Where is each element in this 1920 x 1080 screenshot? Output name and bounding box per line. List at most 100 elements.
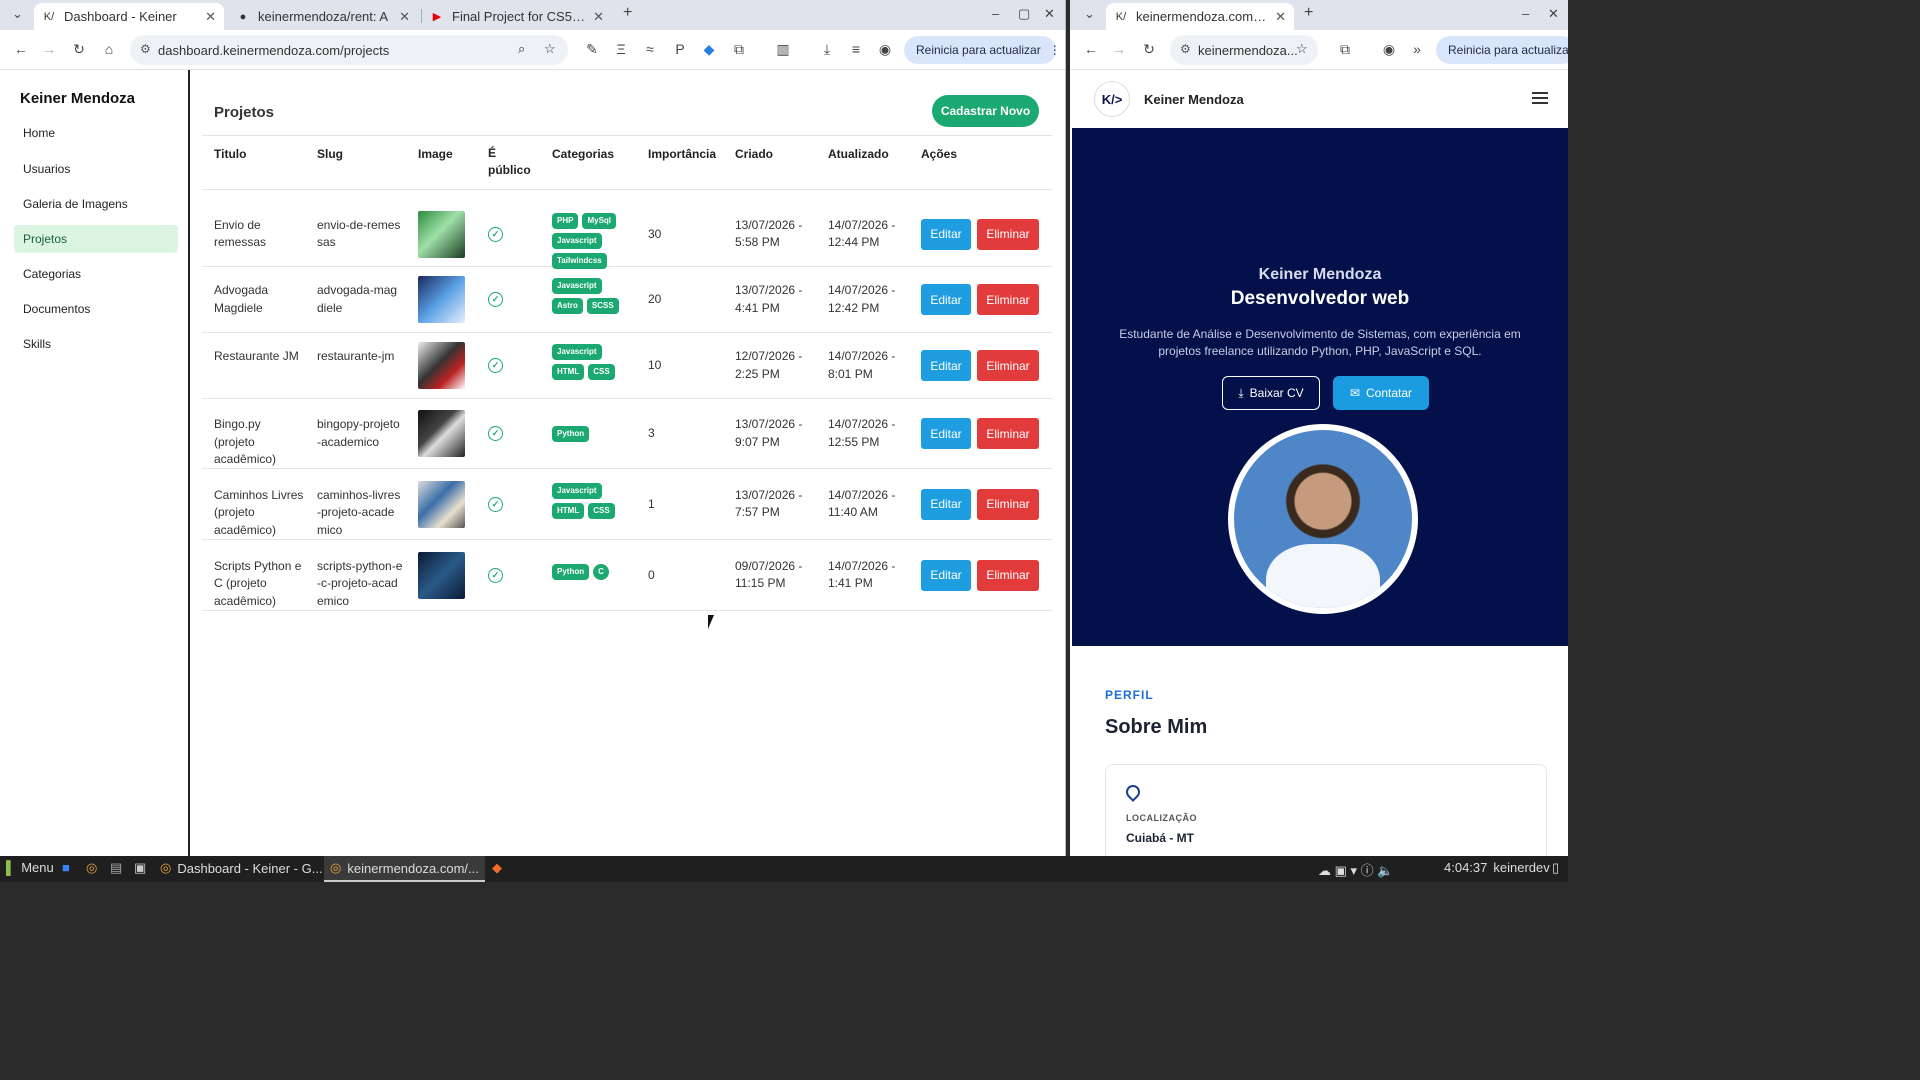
new-tab-icon[interactable]: + bbox=[1304, 4, 1313, 22]
minimize-icon[interactable]: – bbox=[992, 6, 999, 21]
media-controls-icon[interactable]: ≡ bbox=[847, 41, 865, 57]
relaunch-label: Reinicia para actualizar bbox=[1448, 43, 1568, 57]
chrome-icon: ◎ bbox=[330, 860, 342, 875]
tray-status-icons[interactable]: ☁ ▣ ▾ ⓘ 🔈 bbox=[1318, 860, 1393, 879]
nav-item-documentos[interactable]: Documentos bbox=[14, 295, 178, 323]
forward-icon[interactable]: → bbox=[1110, 41, 1128, 57]
col-header: Image bbox=[418, 147, 453, 161]
translate-extension-icon[interactable]: Ξ bbox=[612, 41, 630, 57]
taskbar-window-dashboard[interactable]: ◎ Dashboard - Keiner - G... bbox=[160, 860, 323, 876]
updated-date: 14/07/2026 - 1:41 PM bbox=[828, 558, 896, 591]
home-icon[interactable]: ⌂ bbox=[100, 41, 118, 57]
brave-launcher-icon[interactable]: ◆ bbox=[492, 860, 502, 876]
download-cv-button[interactable]: ⤓ Baixar CV bbox=[1222, 376, 1320, 410]
public-check-icon: ✓ bbox=[488, 358, 503, 373]
profile-avatar-icon[interactable]: ◉ bbox=[1380, 41, 1398, 58]
profile-avatar-icon[interactable]: ◉ bbox=[876, 41, 894, 58]
github-icon: ● bbox=[239, 10, 247, 23]
back-icon[interactable]: ← bbox=[1082, 41, 1100, 57]
relaunch-update-button[interactable]: Reinicia para actualizar ⋮ bbox=[904, 36, 1061, 64]
site-logo[interactable]: K/> bbox=[1094, 81, 1130, 117]
importance-value: 3 bbox=[648, 426, 655, 440]
nav-item-galeria[interactable]: Galeria de Imagens bbox=[14, 190, 178, 218]
chrome-launcher-icon[interactable]: ◎ bbox=[86, 860, 97, 876]
reading-mode-icon[interactable]: ▥ bbox=[774, 41, 792, 58]
start-menu-button[interactable]: ▌ Menu bbox=[6, 860, 54, 875]
contact-button[interactable]: ✉ Contatar bbox=[1333, 376, 1429, 410]
site-info-icon[interactable]: ⚙ bbox=[1180, 42, 1191, 56]
kebab-menu-icon[interactable]: ⋮ bbox=[1049, 43, 1061, 57]
address-bar[interactable]: ⚙ keinermendoza... ☆ bbox=[1170, 35, 1318, 65]
terminal-launcher-icon[interactable]: ▣ bbox=[134, 860, 146, 876]
delete-button[interactable]: Eliminar bbox=[977, 350, 1039, 381]
category-badge: C bbox=[593, 563, 609, 580]
address-bar[interactable]: ⚙ dashboard.keinermendoza.com/projects ⌕… bbox=[130, 35, 568, 65]
reload-icon[interactable]: ↻ bbox=[1140, 41, 1158, 58]
tab-github[interactable]: ● keinermendoza/rent: A ✕ bbox=[228, 3, 418, 30]
tab-dashboard[interactable]: K/ Dashboard - Keiner ✕ bbox=[34, 3, 224, 30]
p-extension-icon[interactable]: P bbox=[671, 41, 689, 57]
maximize-icon[interactable]: ▢ bbox=[1018, 6, 1030, 22]
taskbar-window-portfolio[interactable]: ◎ keinermendoza.com/... bbox=[324, 856, 485, 882]
site-info-icon[interactable]: ⚙ bbox=[140, 42, 151, 56]
zoom-icon[interactable]: ⌕ bbox=[518, 41, 525, 57]
close-icon[interactable]: ✕ bbox=[399, 9, 410, 25]
col-header: Categorias bbox=[552, 147, 615, 161]
clock[interactable]: 4:04:37 keinerdev bbox=[1444, 860, 1550, 875]
category-badge: PHP bbox=[552, 212, 579, 229]
tab-search-icon[interactable]: ⌄ bbox=[12, 6, 23, 22]
window-close-icon[interactable]: ✕ bbox=[1548, 6, 1559, 22]
extensions-puzzle-icon[interactable]: ⧉ bbox=[730, 41, 748, 58]
edit-button[interactable]: Editar bbox=[921, 218, 971, 250]
category-badge: Python bbox=[552, 563, 590, 580]
delete-button[interactable]: Eliminar bbox=[977, 559, 1039, 591]
brand-title: Keiner Mendoza bbox=[20, 90, 136, 107]
category-badge: CSS bbox=[588, 364, 615, 380]
create-new-button[interactable]: Cadastrar Novo bbox=[932, 95, 1039, 127]
nav-item-categorias[interactable]: Categorias bbox=[14, 260, 178, 288]
close-icon[interactable]: ✕ bbox=[1275, 9, 1286, 25]
battery-icon[interactable]: ▯ bbox=[1552, 860, 1559, 876]
window-close-icon[interactable]: ✕ bbox=[1044, 6, 1055, 22]
nav-item-skills[interactable]: Skills bbox=[14, 330, 178, 358]
bookmark-star-icon[interactable]: ☆ bbox=[544, 41, 556, 57]
edit-button[interactable]: Editar bbox=[921, 559, 971, 591]
tab-youtube[interactable]: ▶ Final Project for CS50 Y ✕ bbox=[422, 3, 612, 30]
edit-button[interactable]: Editar bbox=[921, 350, 971, 381]
delete-button[interactable]: Eliminar bbox=[977, 218, 1039, 250]
extensions-puzzle-icon[interactable]: ⧉ bbox=[1336, 41, 1354, 58]
forward-icon[interactable]: → bbox=[40, 41, 58, 57]
created-date: 13/07/2026 - 7:57 PM bbox=[735, 487, 803, 520]
overflow-chevron-icon[interactable]: » bbox=[1408, 41, 1426, 57]
tag-extension-icon[interactable]: ◆ bbox=[700, 41, 718, 58]
eyedropper-extension-icon[interactable]: ✎ bbox=[583, 41, 601, 58]
wave-extension-icon[interactable]: ≈ bbox=[641, 41, 659, 57]
minimize-icon[interactable]: – bbox=[1522, 6, 1529, 21]
hamburger-menu-icon[interactable] bbox=[1532, 92, 1548, 104]
edit-button[interactable]: Editar bbox=[921, 284, 971, 315]
bookmark-star-icon[interactable]: ☆ bbox=[1296, 41, 1308, 57]
edit-button[interactable]: Editar bbox=[921, 418, 971, 449]
nav-item-usuarios[interactable]: Usuarios bbox=[14, 155, 178, 183]
download-icon: ⤓ bbox=[1238, 385, 1244, 400]
back-icon[interactable]: ← bbox=[12, 41, 30, 57]
close-icon[interactable]: ✕ bbox=[205, 9, 216, 25]
tab-search-icon[interactable]: ⌄ bbox=[1084, 6, 1095, 22]
category-badge: HTML bbox=[552, 364, 585, 380]
tab-portfolio[interactable]: K/ keinermendoza.com/#h ✕ bbox=[1106, 3, 1294, 30]
nav-item-projetos[interactable]: Projetos bbox=[14, 225, 178, 253]
delete-button[interactable]: Eliminar bbox=[977, 418, 1039, 449]
delete-button[interactable]: Eliminar bbox=[977, 284, 1039, 315]
project-slug: restaurante-jm bbox=[317, 349, 395, 363]
close-icon[interactable]: ✕ bbox=[593, 9, 604, 25]
new-tab-icon[interactable]: + bbox=[623, 4, 632, 22]
nav-item-home[interactable]: Home bbox=[14, 119, 178, 147]
download-icon[interactable]: ⤓ bbox=[818, 41, 836, 58]
relaunch-update-button[interactable]: Reinicia para actualizar bbox=[1436, 36, 1568, 64]
edit-button[interactable]: Editar bbox=[921, 488, 971, 520]
browser-window-portfolio: ⌄ K/ keinermendoza.com/#h ✕ + – ✕ ← → ↻ … bbox=[1070, 0, 1568, 856]
show-desktop-icon[interactable]: ■ bbox=[62, 860, 70, 875]
delete-button[interactable]: Eliminar bbox=[977, 488, 1039, 520]
reload-icon[interactable]: ↻ bbox=[70, 41, 88, 58]
files-launcher-icon[interactable]: ▤ bbox=[110, 860, 122, 876]
